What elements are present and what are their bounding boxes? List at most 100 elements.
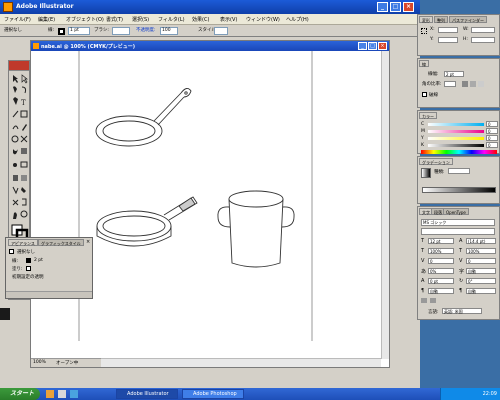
style-select[interactable]	[214, 27, 228, 35]
cyan-field[interactable]: 0	[486, 121, 498, 127]
menu-type[interactable]: 書式(T)	[106, 16, 123, 23]
menu-file[interactable]: ファイル(F)	[4, 16, 31, 23]
doc-close-button[interactable]: ×	[378, 42, 387, 50]
taskbar-item-photoshop[interactable]: Adobe Photoshop	[182, 389, 244, 399]
gradient-type-select[interactable]	[448, 168, 470, 174]
gradient-slider[interactable]	[422, 187, 496, 193]
appearance-stroke-value[interactable]: 2 pt	[34, 258, 43, 263]
w-label: W:	[463, 27, 469, 32]
quicklaunch-browser-icon[interactable]	[46, 390, 54, 398]
miter-label: 角の比率:	[422, 82, 442, 87]
menu-filter[interactable]: フィルタ(L)	[158, 16, 185, 23]
tool-icons[interactable]: T	[10, 73, 30, 263]
title-bar[interactable]: Adobe Illustrator _ □ ×	[0, 0, 420, 14]
cyan-slider[interactable]	[428, 123, 484, 126]
x-field[interactable]	[438, 27, 458, 33]
h-field[interactable]	[471, 37, 495, 43]
tab-transform[interactable]: 変形	[419, 16, 433, 23]
yellow-field[interactable]: 0	[486, 135, 498, 141]
illustrator-app-icon	[3, 2, 13, 12]
font-family-select[interactable]: MS ゴシック	[421, 219, 495, 226]
menu-edit[interactable]: 編集(E)	[38, 16, 55, 23]
reference-point-icon[interactable]	[421, 28, 427, 34]
status-text[interactable]: オープン中	[56, 360, 78, 366]
quicklaunch-media-icon[interactable]	[70, 390, 78, 398]
appearance-stroke-swatch[interactable]	[26, 258, 31, 263]
stroke-weight-field[interactable]: 2 pt	[444, 71, 464, 77]
tab-appearance[interactable]: アピアランス	[8, 239, 38, 246]
clock[interactable]: 22:09	[483, 391, 497, 397]
tab-color[interactable]: カラー	[419, 112, 437, 119]
rotation-field[interactable]: 0°	[466, 278, 496, 284]
aki-before-field[interactable]: 自動	[428, 288, 454, 294]
menu-help[interactable]: ヘルプ(H)	[286, 16, 309, 23]
underline-toggle-icon[interactable]	[421, 298, 427, 303]
panel-close-icon[interactable]: ×	[86, 239, 92, 245]
color-panel: カラー C 0 M 0 Y 0 K 0	[417, 110, 500, 154]
appearance-selection: 選択なし	[17, 250, 35, 255]
minimize-button[interactable]: _	[377, 2, 388, 12]
mojikumi-field[interactable]: 自動	[466, 268, 496, 274]
horizontal-scale-field[interactable]: 100%	[466, 248, 496, 254]
kerning-field[interactable]: 0	[428, 258, 454, 264]
y-field[interactable]	[438, 37, 458, 43]
menu-window[interactable]: ウィンドウ(W)	[246, 16, 280, 23]
artboard-canvas[interactable]	[31, 51, 381, 359]
color-spectrum-bar[interactable]	[421, 150, 497, 154]
zoom-level[interactable]: 100%	[33, 360, 46, 365]
tab-gradient[interactable]: グラデーション	[419, 158, 453, 165]
aki-after-field[interactable]: 自動	[466, 288, 496, 294]
tab-align[interactable]: 整列	[434, 16, 448, 23]
magenta-field[interactable]: 0	[486, 128, 498, 134]
tracking-field[interactable]: 0	[466, 258, 496, 264]
tab-graphic-styles[interactable]: グラフィックスタイル	[38, 239, 84, 246]
dashed-checkbox[interactable]	[422, 92, 427, 97]
horizontal-scrollbar[interactable]	[101, 358, 381, 367]
taskbar-item-illustrator[interactable]: Adobe Illustrator	[116, 389, 178, 399]
menu-effect[interactable]: 効果(C)	[192, 16, 209, 23]
language-select[interactable]: 英語: 米国	[442, 308, 482, 314]
warp-tool-icon	[13, 149, 18, 155]
quicklaunch-desktop-icon[interactable]	[58, 390, 66, 398]
opacity-field[interactable]: 100	[160, 27, 178, 35]
font-size-icon: T	[421, 238, 425, 244]
font-size-field[interactable]: 12 pt	[428, 238, 454, 244]
tab-stroke[interactable]: 線	[419, 60, 429, 67]
appearance-fill-swatch[interactable]	[26, 266, 31, 271]
w-field[interactable]	[471, 27, 495, 33]
tab-pathfinder[interactable]: パスファインダー	[449, 16, 487, 23]
menu-object[interactable]: オブジェクト(O)	[66, 16, 104, 23]
start-button[interactable]: スタート	[0, 388, 40, 400]
cap-square-icon[interactable]	[478, 81, 484, 87]
document-title-bar[interactable]: nabe.ai @ 100% (CMYK/プレビュー) _ □ ×	[31, 41, 389, 51]
vertical-scale-field[interactable]: 100%	[428, 248, 454, 254]
magenta-slider[interactable]	[428, 130, 484, 133]
miter-field[interactable]	[444, 81, 456, 87]
menu-select[interactable]: 選択(S)	[132, 16, 149, 23]
cap-butt-icon[interactable]	[462, 81, 468, 87]
selection-tool-icon	[13, 75, 18, 83]
doc-maximize-button[interactable]: □	[368, 42, 377, 50]
black-field[interactable]: 0	[486, 142, 498, 148]
tsume-field[interactable]: 0%	[428, 268, 454, 274]
stroke-width-field[interactable]: 1 pt	[68, 27, 90, 35]
menu-view[interactable]: 表示(V)	[220, 16, 237, 23]
vertical-scrollbar[interactable]	[381, 51, 389, 359]
stroke-swatch[interactable]	[58, 28, 65, 35]
black-slider[interactable]	[428, 144, 484, 147]
maximize-button[interactable]: □	[390, 2, 401, 12]
opacity-label[interactable]: 不透明度:	[136, 27, 156, 35]
baseline-shift-field[interactable]: 0 pt	[428, 278, 454, 284]
cap-round-icon[interactable]	[470, 81, 476, 87]
doc-minimize-button[interactable]: _	[358, 42, 367, 50]
close-button[interactable]: ×	[403, 2, 414, 12]
side-palette-handle[interactable]	[0, 308, 10, 320]
strikethrough-toggle-icon[interactable]	[430, 298, 436, 303]
brush-select[interactable]	[112, 27, 130, 35]
vertical-scale-icon: T	[421, 248, 425, 254]
font-style-select[interactable]	[421, 228, 495, 235]
yellow-slider[interactable]	[428, 137, 484, 140]
tab-opentype[interactable]: OpenType	[443, 208, 469, 215]
kerning-icon: V	[421, 258, 425, 264]
leading-field[interactable]: (14.4 pt)	[466, 238, 496, 244]
